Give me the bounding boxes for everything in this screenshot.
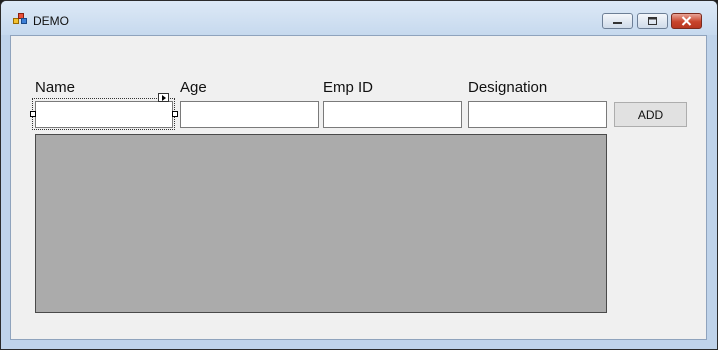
designation-label: Designation <box>468 79 548 96</box>
maximize-button[interactable] <box>637 13 668 29</box>
name-field[interactable] <box>35 101 173 128</box>
maximize-icon <box>648 17 657 25</box>
title-bar[interactable]: DEMO <box>1 1 717 35</box>
data-grid[interactable] <box>35 134 607 313</box>
window-title: DEMO <box>33 14 69 28</box>
minimize-button[interactable] <box>602 13 633 29</box>
designation-field[interactable] <box>468 101 607 128</box>
app-icon <box>13 13 27 24</box>
age-field[interactable] <box>180 101 319 128</box>
resize-handle-left[interactable] <box>30 111 36 117</box>
smart-tag-button[interactable] <box>158 93 169 102</box>
smart-tag-arrow-icon <box>162 95 166 101</box>
resize-handle-right[interactable] <box>172 111 178 117</box>
add-button[interactable]: ADD <box>614 102 687 127</box>
emp-id-field[interactable] <box>323 101 462 128</box>
close-button[interactable] <box>671 13 702 29</box>
age-label: Age <box>180 79 207 96</box>
minimize-icon <box>613 22 622 24</box>
name-label: Name <box>35 79 76 96</box>
emp-id-label: Emp ID <box>323 79 374 96</box>
close-icon <box>681 16 692 26</box>
